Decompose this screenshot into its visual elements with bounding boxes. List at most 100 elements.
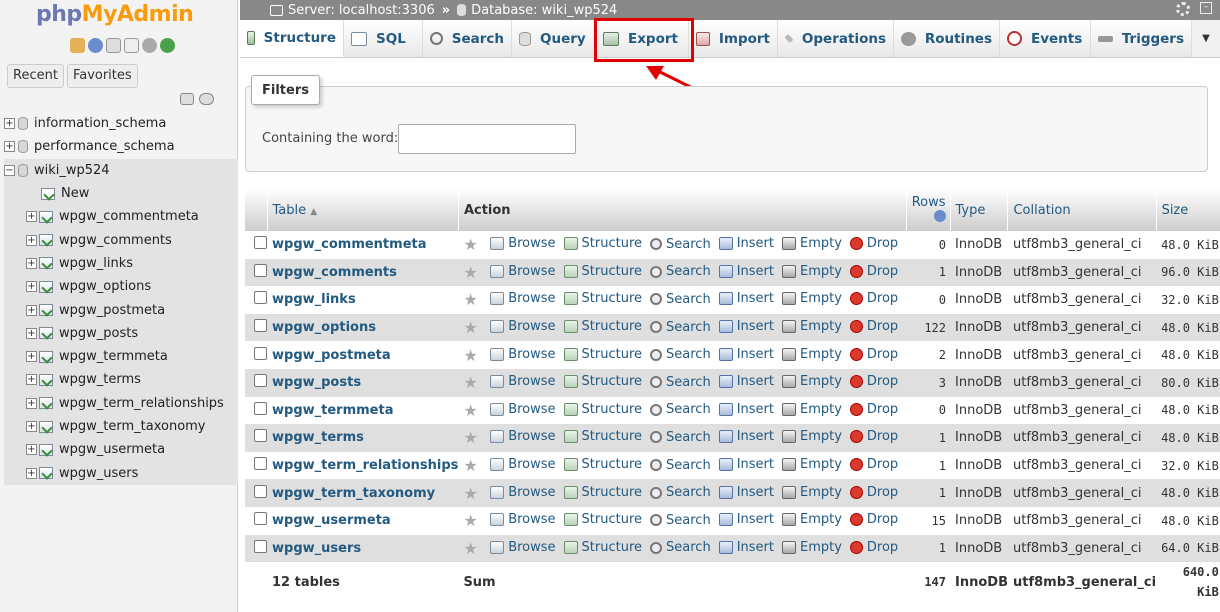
expand-icon[interactable]: + [26,234,37,246]
collapse-all-icon[interactable] [180,93,194,105]
favorite-star-icon[interactable]: ★ [463,235,477,254]
row-checkbox[interactable] [254,457,267,471]
browse-link[interactable]: Browse [490,512,556,527]
table-name-link[interactable]: wpgw_termmeta [272,403,393,418]
insert-link[interactable]: Insert [718,374,774,389]
expand-icon[interactable]: + [26,374,37,386]
insert-link[interactable]: Insert [718,402,774,417]
recent-button[interactable]: Recent [7,64,64,88]
structure-link[interactable]: Structure [563,485,642,500]
tree-table-item[interactable]: + wpgw_term_taxonomy [4,414,238,439]
empty-link[interactable]: Empty [781,374,842,389]
drop-link[interactable]: Drop [849,347,898,362]
favorites-button[interactable]: Favorites [66,64,138,88]
insert-link[interactable]: Insert [718,485,774,500]
search-link[interactable]: Search [650,513,711,528]
collapse-icon[interactable]: − [4,164,15,176]
row-checkbox[interactable] [254,374,267,388]
tab-structure[interactable]: Structure [240,20,344,57]
expand-icon[interactable]: + [26,211,37,223]
table-name-link[interactable]: wpgw_posts [272,375,361,390]
row-checkbox[interactable] [254,236,267,250]
insert-link[interactable]: Insert [718,347,774,362]
expand-icon[interactable]: + [26,444,37,456]
insert-link[interactable]: Insert [718,540,774,555]
empty-link[interactable]: Empty [781,347,842,362]
sql-docs-icon[interactable] [124,38,139,53]
structure-link[interactable]: Structure [563,402,642,417]
structure-link[interactable]: Structure [563,347,642,362]
table-name-link[interactable]: wpgw_usermeta [272,513,391,528]
empty-link[interactable]: Empty [781,512,842,527]
tree-table-item[interactable]: + wpgw_comments [4,228,238,252]
empty-link[interactable]: Empty [781,457,842,472]
drop-link[interactable]: Drop [849,236,898,251]
tab-sql[interactable]: SQL [344,20,423,57]
insert-link[interactable]: Insert [718,319,774,334]
tree-table-item[interactable]: + wpgw_usermeta [4,438,238,462]
drop-link[interactable]: Drop [849,319,898,334]
drop-link[interactable]: Drop [849,485,898,500]
browse-link[interactable]: Browse [490,291,556,306]
favorite-star-icon[interactable]: ★ [463,428,477,447]
header-type[interactable]: Type [950,189,1009,231]
favorite-star-icon[interactable]: ★ [463,511,477,530]
expand-icon[interactable]: + [26,327,37,339]
structure-link[interactable]: Structure [563,374,642,389]
logout-icon[interactable] [88,38,103,53]
structure-link[interactable]: Structure [563,319,642,334]
structure-link[interactable]: Structure [563,236,642,251]
search-link[interactable]: Search [650,485,711,500]
browse-link[interactable]: Browse [490,485,556,500]
help-icon[interactable] [933,209,946,222]
search-link[interactable]: Search [650,347,711,362]
docs-icon[interactable] [106,38,121,53]
tab-query[interactable]: Query [512,20,596,57]
tree-table-item[interactable]: + wpgw_posts [4,321,238,345]
row-checkbox[interactable] [254,263,267,277]
tree-db-performance-schema[interactable]: + performance_schema [4,135,238,158]
expand-icon[interactable]: + [26,351,37,363]
browse-link[interactable]: Browse [490,319,556,334]
breadcrumb-database[interactable]: Database: wiki_wp524 [471,3,617,18]
expand-icon[interactable]: + [4,118,15,130]
tab-events[interactable]: Events [1000,20,1091,57]
structure-link[interactable]: Structure [563,264,642,279]
filter-search-input[interactable] [398,124,576,154]
search-link[interactable]: Search [650,458,711,473]
row-checkbox[interactable] [254,512,267,526]
tab-operations[interactable]: Operations [778,20,894,57]
header-rows[interactable]: Rows [906,189,951,231]
empty-link[interactable]: Empty [781,540,842,555]
empty-link[interactable]: Empty [781,402,842,417]
more-tabs-chevron-down-icon[interactable]: ▼ [1192,20,1220,57]
table-name-link[interactable]: wpgw_links [272,292,356,307]
structure-link[interactable]: Structure [563,457,642,472]
row-checkbox[interactable] [254,291,267,305]
search-link[interactable]: Search [650,264,711,279]
tree-new-table[interactable]: New [4,181,238,206]
favorite-star-icon[interactable]: ★ [463,318,477,337]
tree-db-wiki-wp524[interactable]: − wiki_wp524 [4,158,238,182]
empty-link[interactable]: Empty [781,429,842,444]
empty-link[interactable]: Empty [781,319,842,334]
expand-icon[interactable]: + [4,141,15,153]
settings-gear-icon[interactable] [1176,2,1190,16]
search-link[interactable]: Search [650,402,711,417]
expand-icon[interactable]: + [26,397,37,409]
row-checkbox[interactable] [254,429,267,443]
search-link[interactable]: Search [650,320,711,335]
favorite-star-icon[interactable]: ★ [463,539,477,558]
drop-link[interactable]: Drop [849,540,898,555]
browse-link[interactable]: Browse [490,429,556,444]
favorite-star-icon[interactable]: ★ [463,290,477,309]
tab-routines[interactable]: Routines [894,20,1000,57]
empty-link[interactable]: Empty [781,485,842,500]
browse-link[interactable]: Browse [490,264,556,279]
table-name-link[interactable]: wpgw_term_relationships [272,458,458,473]
insert-link[interactable]: Insert [718,264,774,279]
table-name-link[interactable]: wpgw_commentmeta [272,237,427,252]
favorite-star-icon[interactable]: ★ [463,401,477,420]
favorite-star-icon[interactable]: ★ [463,373,477,392]
table-name-link[interactable]: wpgw_terms [272,430,364,445]
